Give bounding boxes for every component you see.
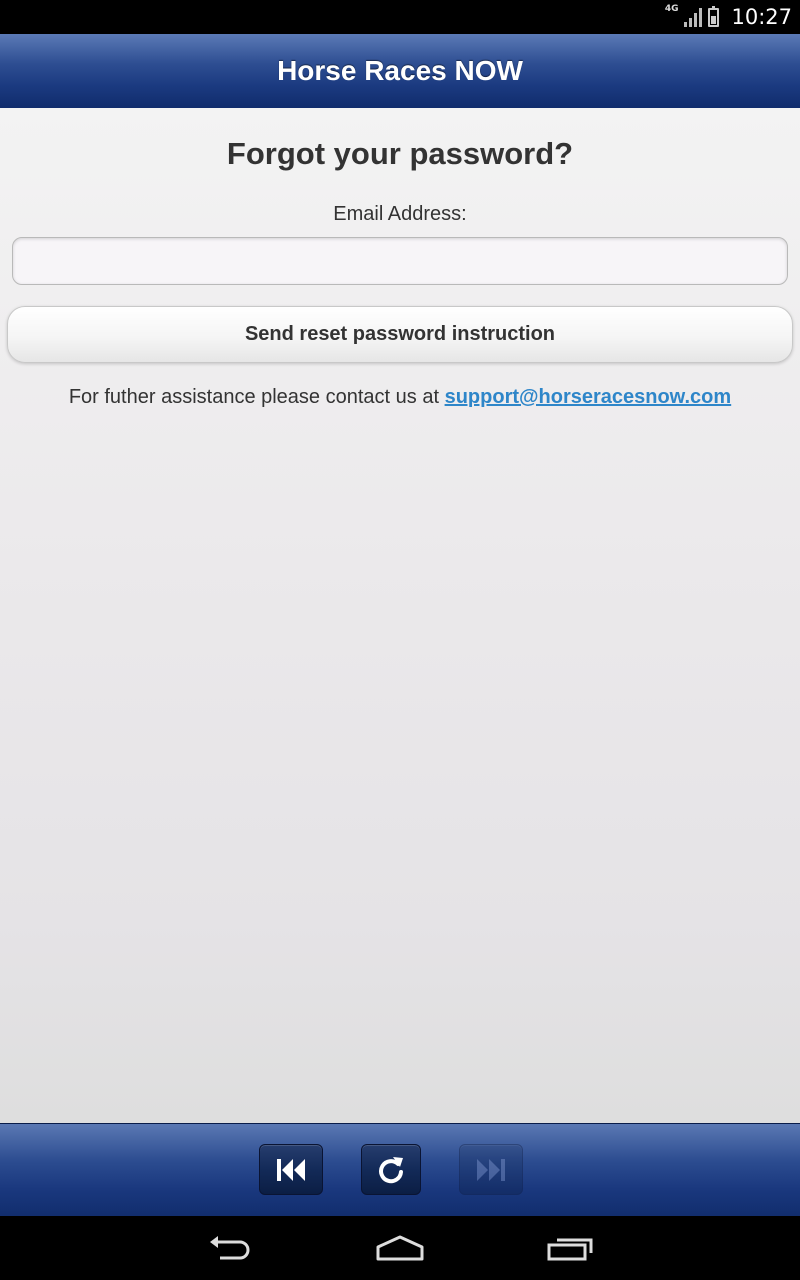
bottom-toolbar: [0, 1123, 800, 1217]
send-reset-button[interactable]: Send reset password instruction: [7, 306, 793, 363]
network-type-label: 4G: [664, 4, 679, 14]
skip-back-icon: [277, 1158, 305, 1181]
email-field[interactable]: [12, 237, 788, 285]
app-header: Horse Races NOW: [0, 34, 800, 109]
rewind-button[interactable]: [259, 1144, 323, 1195]
app-title: Horse Races NOW: [277, 55, 523, 86]
recent-apps-button[interactable]: [540, 1230, 600, 1266]
refresh-button[interactable]: [361, 1144, 421, 1195]
status-bar: 4G 10:27: [0, 0, 800, 34]
home-icon: [376, 1235, 424, 1261]
back-button[interactable]: [200, 1230, 260, 1266]
skip-forward-icon: [477, 1158, 505, 1181]
forgot-password-page: Forgot your password? Email Address: Sen…: [0, 108, 800, 1123]
forward-button[interactable]: [459, 1144, 523, 1195]
navigation-bar: [0, 1216, 800, 1280]
assistance-message: For futher assistance please contact us …: [68, 386, 445, 408]
support-email-link[interactable]: support@horseracesnow.com: [445, 386, 732, 408]
refresh-icon: [379, 1156, 403, 1183]
status-icons: 4G 10:27: [665, 0, 792, 34]
page-title: Forgot your password?: [226, 136, 574, 171]
clock: 10:27: [731, 5, 792, 29]
home-button[interactable]: [370, 1230, 430, 1266]
signal-icon: [684, 7, 703, 27]
assistance-text: For futher assistance please contact us …: [0, 386, 800, 409]
email-label: Email Address:: [333, 203, 467, 225]
back-icon: [210, 1236, 250, 1260]
battery-icon: [708, 5, 720, 27]
recent-apps-icon: [547, 1238, 593, 1261]
